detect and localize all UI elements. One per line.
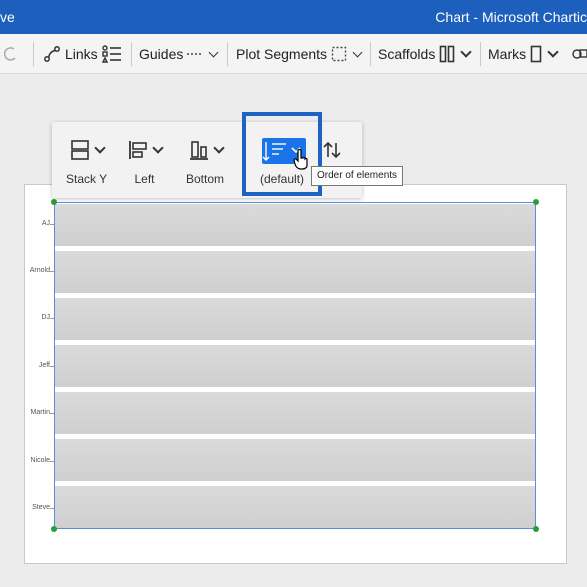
toolbar-separator	[131, 42, 132, 66]
rectangle-mark-icon	[530, 45, 542, 63]
plot-segment[interactable]	[54, 202, 536, 529]
marks-label: Marks	[488, 46, 527, 62]
chevron-down-icon	[460, 46, 473, 58]
stack-y-icon	[71, 140, 89, 160]
plot-segments-button[interactable]: Plot Segments	[236, 42, 363, 66]
undo-icon	[4, 47, 16, 61]
y-tick-label: AJ	[41, 220, 50, 227]
toolbar-separator	[33, 42, 34, 66]
title-fragment: ve	[0, 9, 15, 25]
y-tick-label: Steve	[32, 504, 50, 511]
align-x-dropdown[interactable]: Left	[127, 136, 164, 186]
shapes-icon	[572, 49, 587, 59]
resize-handle-bottom-left[interactable]	[51, 526, 57, 532]
y-tick	[50, 366, 54, 367]
legend-button[interactable]	[101, 42, 123, 66]
y-tick-label: Martin	[30, 409, 50, 416]
y-tick	[50, 271, 54, 272]
list-icon	[101, 45, 121, 63]
chevron-down-icon	[94, 142, 106, 154]
guides-label: Guides	[139, 46, 184, 62]
toolbar-separator	[370, 42, 371, 66]
hand-cursor-icon	[293, 148, 308, 170]
align-y-label: Bottom	[186, 172, 225, 186]
guide-line-icon	[187, 53, 204, 55]
align-y-dropdown[interactable]: Bottom	[186, 136, 225, 186]
links-button[interactable]: Links	[43, 42, 98, 66]
align-left-icon	[129, 141, 147, 159]
chevron-down-icon	[547, 46, 559, 58]
chevron-down-icon	[208, 47, 219, 57]
stack-label: Stack Y	[66, 172, 108, 186]
main-toolbar: Links Guides Plot Segments Scaffolds Mar…	[0, 34, 587, 74]
plot-segments-label: Plot Segments	[236, 46, 328, 62]
chevron-down-icon	[152, 142, 164, 154]
symbol-mark-button[interactable]	[572, 42, 587, 66]
link-icon	[44, 46, 60, 62]
chevron-down-icon	[212, 142, 225, 154]
guides-button[interactable]: Guides	[139, 42, 219, 66]
y-tick	[50, 461, 54, 462]
y-tick	[50, 508, 54, 509]
y-tick-label: Nicole	[30, 457, 50, 464]
plot-segment-icon	[331, 46, 347, 62]
marks-button[interactable]: Marks	[488, 42, 559, 66]
align-x-label: Left	[134, 172, 155, 186]
y-tick	[50, 224, 54, 225]
highlight-box	[242, 112, 322, 196]
title-bar: ve Chart - Microsoft Chartic	[0, 0, 587, 34]
resize-handle-bottom-right[interactable]	[533, 526, 539, 532]
toolbar-separator	[480, 42, 481, 66]
scaffold-icon	[440, 45, 455, 63]
reverse-order-button[interactable]	[322, 136, 342, 164]
tooltip: Order of elements	[311, 166, 404, 186]
align-bottom-icon	[189, 141, 208, 160]
y-tick	[50, 318, 54, 319]
y-tick-label: Jeff	[38, 362, 50, 369]
chevron-down-icon	[352, 47, 363, 57]
toolbar-separator	[227, 42, 228, 66]
resize-handle-top-left[interactable]	[51, 199, 57, 205]
sort-arrows-icon	[323, 141, 341, 159]
y-tick-label: Arnold	[29, 267, 50, 274]
links-label: Links	[65, 46, 98, 62]
window-title: Chart - Microsoft Chartic	[435, 9, 587, 25]
scaffolds-label: Scaffolds	[378, 46, 436, 62]
y-tick-label: DJ	[41, 314, 50, 321]
scaffolds-button[interactable]: Scaffolds	[378, 42, 473, 66]
undo-button[interactable]	[4, 42, 18, 66]
stack-direction-dropdown[interactable]: Stack Y	[66, 136, 107, 186]
y-tick	[50, 413, 54, 414]
resize-handle-top-right[interactable]	[533, 199, 539, 205]
